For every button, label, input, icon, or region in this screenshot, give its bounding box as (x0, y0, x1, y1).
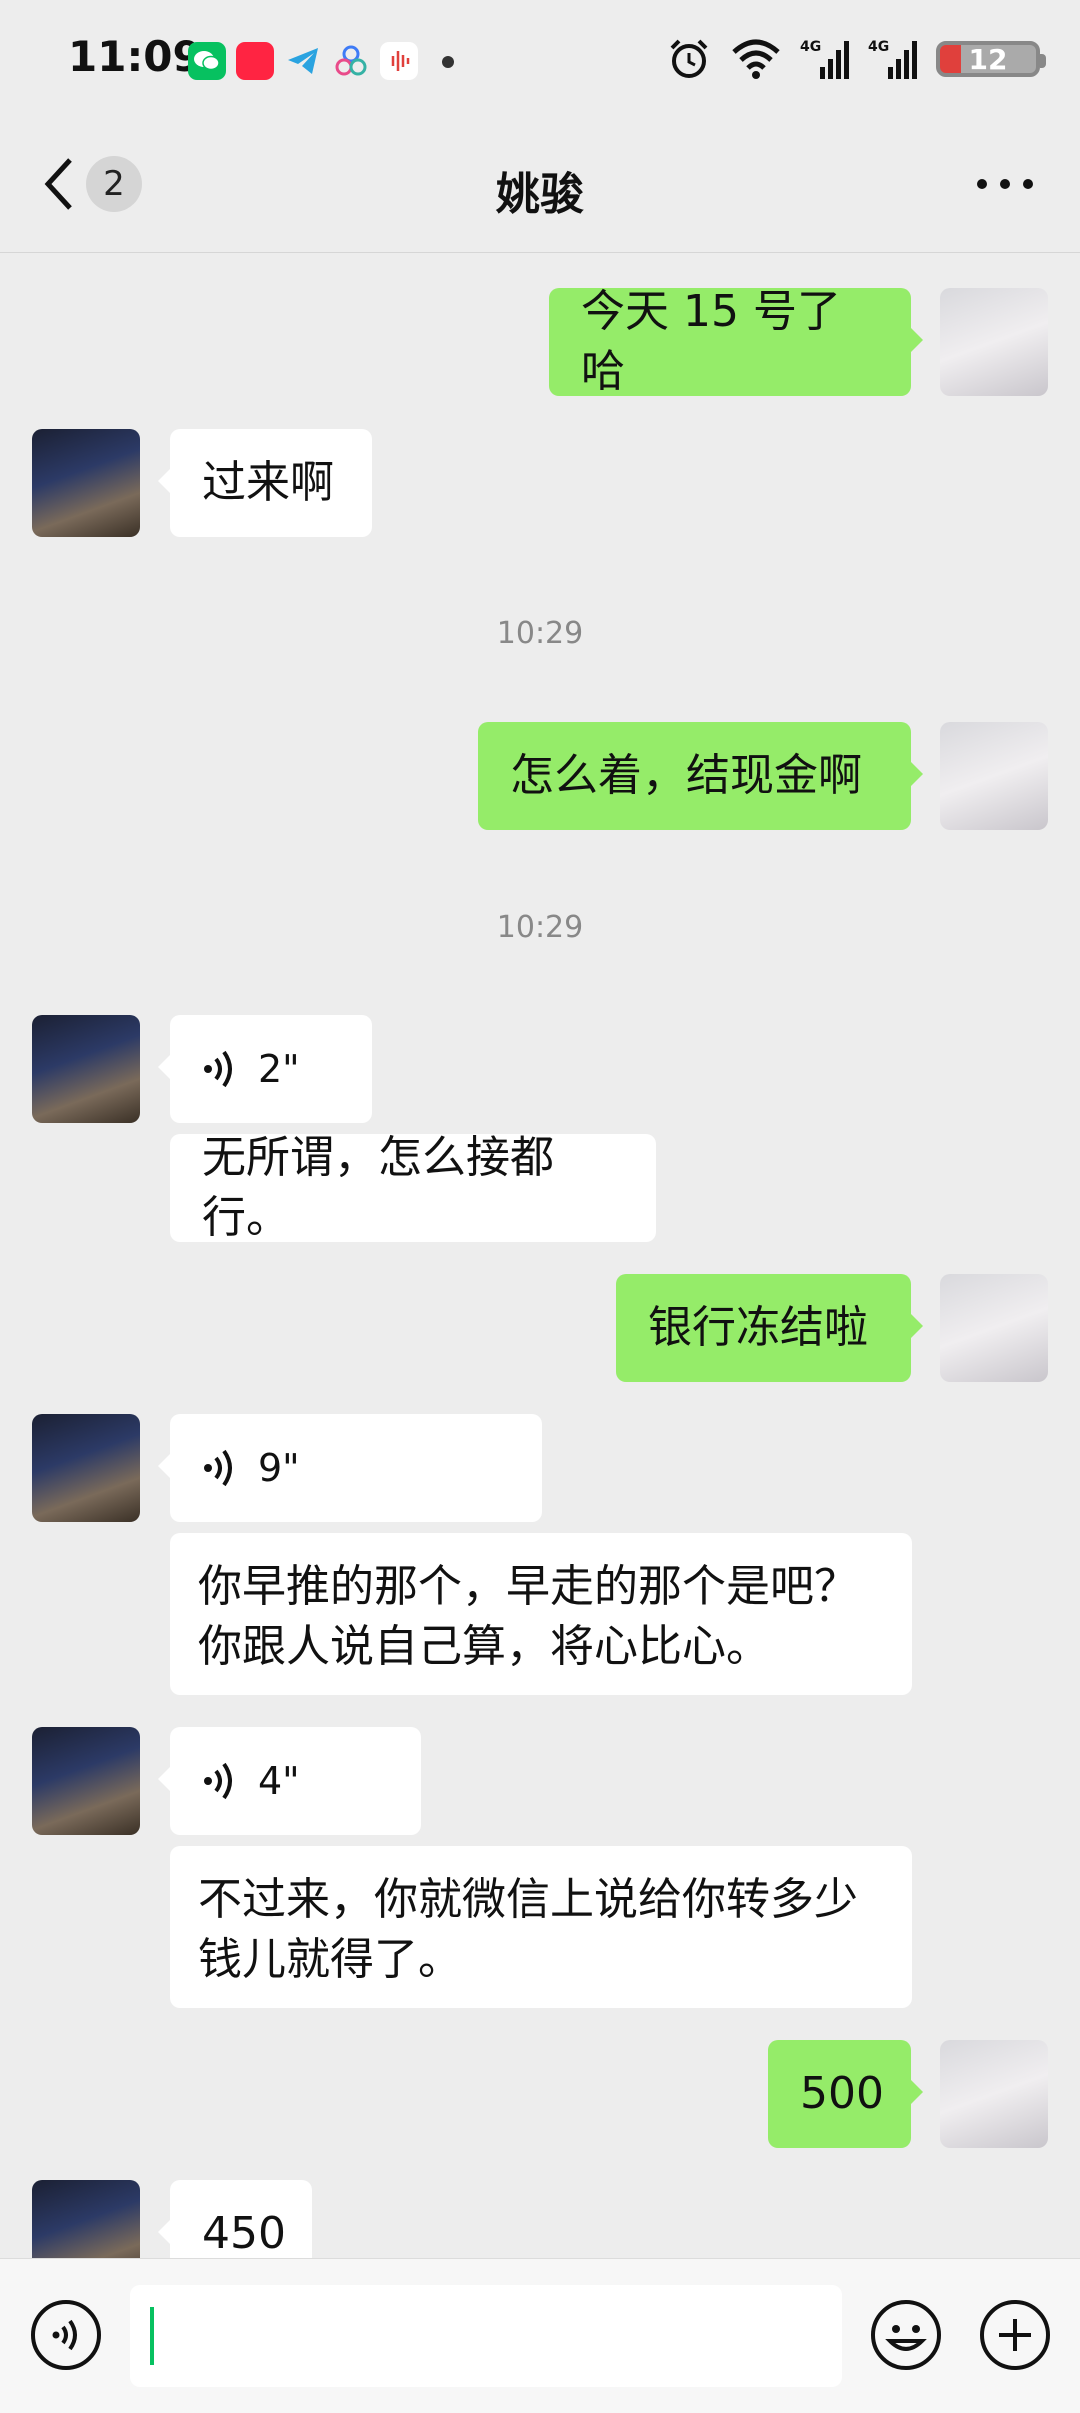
more-notifications-dot (442, 56, 454, 68)
message-timestamp: 10:29 (496, 910, 584, 945)
contact-avatar[interactable] (32, 429, 140, 537)
plus-icon (980, 2300, 1050, 2370)
wifi-icon (732, 39, 780, 79)
outgoing-message[interactable]: 500 (768, 2040, 923, 2148)
telegram-icon (284, 42, 322, 80)
incoming-message[interactable]: 无所谓，怎么接都行。 (170, 1132, 656, 1243)
voice-wave-icon (204, 1449, 232, 1487)
chat-header: 2 姚骏 (0, 120, 1080, 253)
incoming-message[interactable]: 你早推的那个，早走的那个是吧？你跟人说自己算，将心比心。 (170, 1533, 912, 1695)
emoji-icon (871, 2300, 941, 2370)
status-indicators: 4G 4G 12 (666, 36, 1046, 82)
contact-name-title: 姚骏 (496, 169, 584, 220)
recorder-icon (380, 42, 418, 80)
incoming-message[interactable]: 不过来，你就微信上说给你转多少钱儿就得了。 (170, 1846, 912, 2008)
my-avatar[interactable] (940, 1274, 1048, 1382)
voice-wave-icon (204, 1050, 232, 1088)
contact-avatar[interactable] (32, 1727, 140, 1835)
my-avatar[interactable] (940, 288, 1048, 396)
signal-4g-icon: 4G (800, 39, 849, 79)
wechat-icon (188, 42, 226, 80)
more-dots-icon (977, 179, 1033, 189)
message-timestamp: 10:29 (496, 616, 584, 651)
message-list[interactable]: 今天 15 号了哈 过来啊 10:29 怎么着，结现金啊 10:29 2" 无所… (0, 252, 1080, 2258)
voice-input-icon (31, 2300, 101, 2370)
contact-avatar[interactable] (32, 1015, 140, 1123)
contact-avatar[interactable] (32, 2180, 140, 2258)
more-functions-button[interactable] (979, 2299, 1051, 2371)
svg-text:4G: 4G (800, 39, 821, 55)
message-input[interactable] (130, 2285, 842, 2387)
xiaohongshu-icon (236, 42, 274, 80)
my-avatar[interactable] (940, 722, 1048, 830)
more-options-button[interactable] (970, 164, 1040, 204)
status-bar: 11:09 4G 4G 12 (0, 0, 1080, 120)
voice-message[interactable]: 9" (158, 1414, 542, 1522)
voice-input-button[interactable] (30, 2299, 102, 2371)
outgoing-message[interactable]: 银行冻结啦 (616, 1274, 923, 1382)
contact-avatar[interactable] (32, 1414, 140, 1522)
chat-input-bar (0, 2258, 1080, 2413)
emoji-button[interactable] (870, 2299, 942, 2371)
battery-indicator: 12 (936, 41, 1046, 77)
incoming-message[interactable]: 450 (158, 2180, 312, 2258)
voice-wave-icon (204, 1762, 232, 1800)
text-caret (150, 2307, 154, 2365)
app-icon (332, 42, 370, 80)
signal-4g-icon: 4G (868, 39, 917, 79)
alarm-icon (670, 39, 708, 78)
voice-message[interactable]: 2" (158, 1015, 372, 1123)
outgoing-message[interactable]: 怎么着，结现金啊 (478, 722, 923, 830)
svg-text:4G: 4G (868, 39, 889, 55)
outgoing-message[interactable]: 今天 15 号了哈 (549, 286, 923, 397)
incoming-message[interactable]: 过来啊 (158, 429, 372, 537)
voice-message[interactable]: 4" (158, 1727, 421, 1835)
my-avatar[interactable] (940, 2040, 1048, 2148)
status-time: 11:09 (68, 32, 202, 81)
